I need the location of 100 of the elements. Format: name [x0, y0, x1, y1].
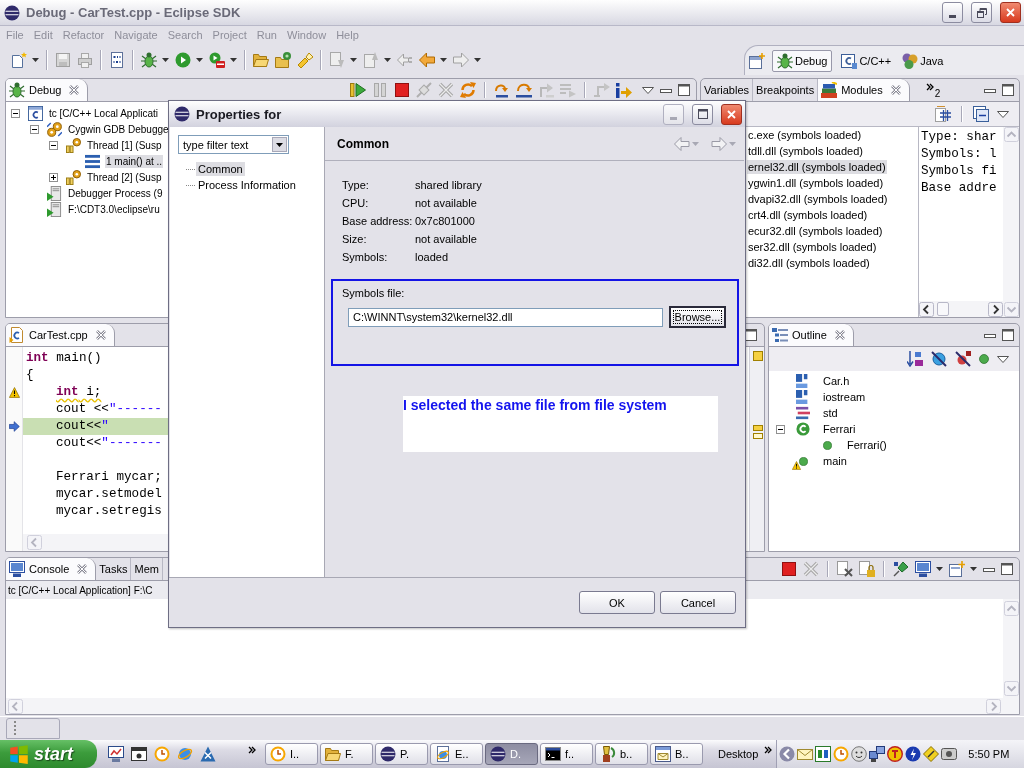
curved-arrow-over-icon[interactable] — [516, 82, 532, 98]
warning-marker[interactable] — [753, 351, 763, 361]
chevron-icon[interactable] — [925, 83, 934, 91]
minus-box-icon[interactable] — [776, 424, 785, 434]
clock-time[interactable]: 5:50 PM — [968, 748, 1010, 760]
list-item[interactable]: c.exe (symbols loaded) — [747, 128, 863, 142]
view-tab[interactable]: Mem — [131, 558, 163, 580]
taskbar-button[interactable]: B.. — [650, 743, 703, 765]
outline-item[interactable]: std — [822, 406, 839, 420]
list-item[interactable]: ygwin1.dll (symbols loaded) — [747, 176, 885, 190]
taskbar-button[interactable]: F. — [320, 743, 373, 765]
tiles-icon[interactable] — [815, 746, 832, 762]
taskbar-button[interactable]: P. — [375, 743, 428, 765]
page-lock-icon[interactable] — [859, 561, 875, 577]
triangle-logo-icon[interactable] — [200, 746, 216, 762]
dialog-button[interactable]: OK — [579, 591, 655, 614]
crossed-circle-icon[interactable] — [931, 351, 947, 367]
badge-icon[interactable] — [887, 746, 904, 762]
screen-chart-icon[interactable] — [108, 746, 124, 762]
taskbar-button[interactable]: f.. — [540, 743, 593, 765]
diamond-icon[interactable] — [923, 746, 940, 762]
view-tab[interactable]: Outline — [769, 324, 854, 346]
tree-item[interactable]: Cygwin GDB Debugge — [67, 122, 170, 136]
window-plus-icon[interactable] — [749, 52, 765, 69]
clock-icon[interactable] — [833, 746, 850, 762]
taskbar-button[interactable]: I.. — [265, 743, 318, 765]
maximize-icon[interactable] — [1002, 329, 1014, 341]
horizontal-scrollbar[interactable] — [919, 301, 1003, 317]
caret-icon[interactable] — [970, 567, 977, 571]
grip-icon[interactable] — [14, 721, 17, 736]
close-button[interactable] — [1000, 2, 1021, 23]
monitor-icon[interactable] — [915, 561, 931, 577]
status-grip[interactable] — [6, 718, 60, 739]
boxes-minus-icon[interactable] — [973, 106, 989, 122]
plus-box-icon[interactable] — [49, 172, 58, 182]
list-item[interactable]: tdll.dll (symbols loaded) — [747, 144, 864, 158]
flashlight-icon[interactable] — [297, 52, 313, 68]
list-item[interactable]: ser32.dll (symbols loaded) — [747, 240, 878, 254]
play-circle-icon[interactable] — [175, 52, 191, 68]
list-item[interactable]: ecur32.dll (symbols loaded) — [747, 224, 884, 238]
tree-item[interactable]: F:\CDT3.0\eclipse\ru — [67, 202, 161, 216]
caret-icon[interactable] — [440, 58, 447, 62]
triangle-down-icon[interactable] — [997, 110, 1009, 118]
dot-icon[interactable] — [979, 354, 989, 364]
maximize-icon[interactable] — [1002, 84, 1014, 96]
close-icon[interactable] — [77, 564, 88, 574]
chevron-icon[interactable] — [764, 746, 773, 754]
tree-item[interactable]: Debugger Process (9 — [67, 186, 164, 200]
minimize-icon[interactable] — [984, 334, 996, 338]
perspective-button[interactable]: Debug — [772, 49, 833, 72]
caret-icon[interactable] — [196, 58, 203, 62]
triangle-down-icon[interactable] — [997, 355, 1009, 363]
outline-item[interactable]: Ferrari — [822, 422, 857, 436]
minus-box-icon[interactable] — [11, 108, 20, 118]
page-cross-icon[interactable] — [837, 561, 853, 577]
warning-marker[interactable] — [753, 425, 763, 431]
view-tab[interactable]: Debug — [6, 79, 89, 101]
tree-item[interactable]: Thread [2] (Susp — [86, 170, 163, 184]
maximize-icon[interactable] — [678, 84, 690, 96]
perspective-button[interactable]: C/C++ — [839, 49, 894, 72]
outline-item[interactable]: Car.h — [822, 374, 851, 388]
minimize-icon[interactable] — [660, 89, 672, 93]
caret-icon[interactable] — [474, 58, 481, 62]
browse-button[interactable]: Browse... — [669, 306, 726, 328]
network-icon[interactable] — [869, 746, 886, 762]
close-icon[interactable] — [95, 330, 106, 340]
close-icon[interactable] — [890, 85, 901, 95]
taskbar-button[interactable]: b.. — [595, 743, 648, 765]
bug-icon[interactable] — [141, 52, 157, 68]
list-item[interactable]: crt4.dll (symbols loaded) — [747, 208, 869, 222]
open-folder-icon[interactable] — [253, 52, 269, 68]
minus-box-icon[interactable] — [49, 140, 58, 150]
perspective-button[interactable]: Java — [900, 49, 946, 72]
caret-icon[interactable] — [162, 58, 169, 62]
device-icon[interactable] — [941, 746, 958, 762]
caret-icon[interactable] — [230, 58, 237, 62]
restore-button[interactable] — [971, 2, 992, 23]
tree-item[interactable]: 1 main() at .. — [105, 154, 164, 168]
tree-item[interactable]: Process Information — [196, 178, 298, 192]
list-item[interactable]: di32.dll (symbols loaded) — [747, 256, 871, 270]
play-bar-icon[interactable] — [350, 82, 366, 98]
note-marker[interactable] — [753, 433, 763, 439]
smiley-icon[interactable] — [851, 746, 868, 762]
play-toolbox-icon[interactable] — [209, 52, 225, 68]
list-item[interactable]: dvapi32.dll (symbols loaded) — [747, 192, 889, 206]
outline-item[interactable]: main — [822, 454, 848, 468]
crossed-dot-icon[interactable] — [955, 351, 971, 367]
pin-icon[interactable] — [893, 561, 909, 577]
view-tab[interactable]: Console — [6, 558, 97, 580]
minimize-icon[interactable] — [983, 568, 995, 572]
lightning-circle-icon[interactable] — [905, 746, 922, 762]
caret-icon[interactable] — [32, 58, 39, 62]
back-circle-icon[interactable] — [779, 746, 796, 762]
maximize-icon[interactable] — [1001, 563, 1013, 575]
outline-item[interactable]: Ferrari() — [846, 438, 888, 452]
editor-tab[interactable]: CarTest.cpp — [6, 324, 115, 346]
dropdown-button[interactable] — [272, 137, 287, 152]
triangle-down-icon[interactable] — [642, 86, 654, 94]
close-icon[interactable] — [69, 85, 80, 95]
stop-icon[interactable] — [781, 561, 797, 577]
